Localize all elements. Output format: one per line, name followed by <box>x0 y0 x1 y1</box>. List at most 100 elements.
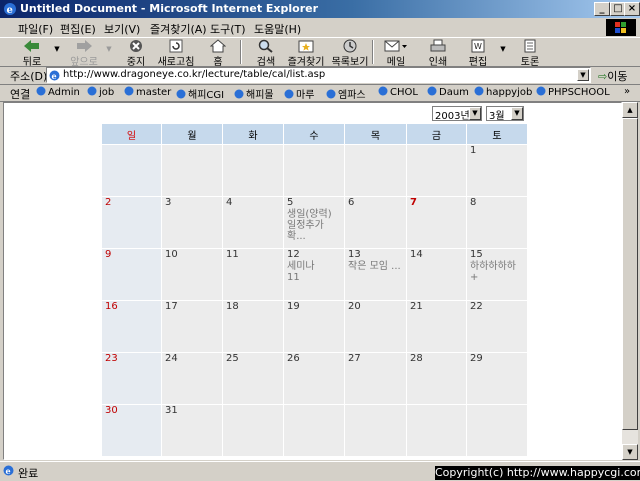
calendar-day-cell[interactable]: 14 <box>407 249 466 300</box>
link-happyjob[interactable]: happyjob <box>474 86 532 98</box>
menu-view[interactable]: 보기(V) <box>104 21 140 37</box>
calendar-day-cell[interactable]: 16 <box>102 301 161 352</box>
back-button[interactable]: 뒤로 <box>10 39 54 68</box>
calendar-day-cell[interactable] <box>162 145 222 196</box>
print-button[interactable]: 인쇄 <box>416 39 460 68</box>
close-button[interactable]: × <box>624 2 640 16</box>
forward-button[interactable]: 앞으로 <box>62 39 106 68</box>
calendar-day-cell[interactable]: 30 <box>102 405 161 456</box>
calendar-event[interactable]: 확... <box>287 231 341 242</box>
link-master[interactable]: master <box>124 86 171 98</box>
vertical-scrollbar[interactable]: ▲ ▼ <box>622 102 638 460</box>
address-input[interactable]: e http://www.dragoneye.co.kr/lecture/tab… <box>46 67 591 83</box>
menu-favorites[interactable]: 즐겨찾기(A) <box>150 21 207 37</box>
calendar-day-cell[interactable]: 17 <box>162 301 222 352</box>
day-number: 26 <box>287 353 300 364</box>
link-empas[interactable]: 엠파스 <box>326 86 366 101</box>
scroll-up-button[interactable]: ▲ <box>622 102 638 118</box>
mail-button[interactable]: 메일 <box>374 39 418 68</box>
go-button[interactable]: ⇨이동 <box>598 68 627 84</box>
calendar-event[interactable]: 세미나 <box>287 261 341 272</box>
calendar-day-cell[interactable] <box>223 405 283 456</box>
calendar-day-cell[interactable]: 27 <box>345 353 406 404</box>
refresh-button[interactable]: 새로고침 <box>154 39 198 68</box>
calendar-day-cell[interactable]: 20 <box>345 301 406 352</box>
menu-edit[interactable]: 편집(E) <box>60 21 96 37</box>
history-button[interactable]: 목록보기 <box>328 39 372 68</box>
calendar-day-cell[interactable]: 24 <box>162 353 222 404</box>
link-daum[interactable]: Daum <box>427 86 469 98</box>
calendar-day-cell[interactable]: 21 <box>407 301 466 352</box>
link-phpschool[interactable]: PHPSCHOOL <box>536 86 610 98</box>
calendar-event[interactable]: 하하하하하+ <box>470 261 524 283</box>
year-select[interactable]: 2003년 ▼ <box>432 106 482 122</box>
calendar-day-cell[interactable] <box>345 405 406 456</box>
calendar-day-cell[interactable] <box>102 145 161 196</box>
stop-button[interactable]: 중지 <box>114 39 158 68</box>
calendar-day-cell[interactable]: 10 <box>162 249 222 300</box>
link-admin[interactable]: Admin <box>36 86 80 98</box>
calendar-day-cell[interactable]: 25 <box>223 353 283 404</box>
calendar-day-cell[interactable]: 2 <box>102 197 161 248</box>
calendar-event[interactable]: 작은 모임 ... <box>348 261 403 272</box>
calendar-day-cell[interactable]: 23 <box>102 353 161 404</box>
calendar-day-cell[interactable] <box>407 405 466 456</box>
link-happymall[interactable]: 해피몰 <box>234 86 274 101</box>
calendar-day-cell[interactable]: 13 작은 모임 ... <box>345 249 406 300</box>
link-maru[interactable]: 마루 <box>284 86 314 101</box>
address-dropdown-button[interactable]: ▼ <box>577 69 589 81</box>
links-more-button[interactable]: » <box>624 86 630 97</box>
calendar-day-cell[interactable] <box>407 145 466 196</box>
calendar-day-cell[interactable]: 1 <box>467 145 527 196</box>
calendar-day-cell[interactable]: 3 <box>162 197 222 248</box>
calendar-day-cell[interactable]: 8 <box>467 197 527 248</box>
menu-help[interactable]: 도움말(H) <box>254 21 301 37</box>
edit-dropdown[interactable]: ▼ <box>498 45 508 53</box>
calendar-day-cell[interactable]: 22 <box>467 301 527 352</box>
discuss-button[interactable]: 토론 <box>508 39 552 68</box>
scroll-down-button[interactable]: ▼ <box>622 444 638 460</box>
back-dropdown[interactable]: ▼ <box>52 45 62 53</box>
calendar-day-cell[interactable]: 31 <box>162 405 222 456</box>
month-select[interactable]: 3월 ▼ <box>486 106 524 122</box>
minimize-button[interactable]: _ <box>594 2 610 16</box>
calendar-day-cell[interactable]: 4 <box>223 197 283 248</box>
favorites-icon <box>298 40 314 53</box>
calendar-day-cell[interactable]: 29 <box>467 353 527 404</box>
calendar-day-cell[interactable] <box>345 145 406 196</box>
svg-text:e: e <box>6 466 11 476</box>
calendar-day-cell[interactable] <box>223 145 283 196</box>
link-happycgi[interactable]: 해피CGI <box>176 86 224 101</box>
menu-file[interactable]: 파일(F) <box>18 21 53 37</box>
page-content: 2003년 ▼ 3월 ▼ 일월화수목금토 1 2 3 4 5 생일(양력) 일정추가 확...… <box>3 102 622 460</box>
calendar-day-cell[interactable]: 18 <box>223 301 283 352</box>
calendar-day-cell[interactable]: 9 <box>102 249 161 300</box>
calendar-day-cell[interactable]: 11 <box>223 249 283 300</box>
favorites-button[interactable]: 즐겨찾기 <box>284 39 328 68</box>
calendar-day-cell[interactable]: 19 <box>284 301 344 352</box>
menu-tools[interactable]: 도구(T) <box>210 21 246 37</box>
forward-dropdown[interactable]: ▼ <box>104 45 114 53</box>
calendar-day-cell[interactable]: 12 세미나 11 <box>284 249 344 300</box>
calendar-day-cell[interactable] <box>284 145 344 196</box>
calendar-day-cell[interactable]: 7 <box>407 197 466 248</box>
calendar-event[interactable]: 일정추가 <box>287 220 341 231</box>
search-button[interactable]: 검색 <box>244 39 288 68</box>
calendar-day-cell[interactable] <box>284 405 344 456</box>
toolbar-separator <box>240 40 242 64</box>
calendar-event[interactable]: 생일(양력) <box>287 209 341 220</box>
calendar-event[interactable]: 11 <box>287 272 341 283</box>
link-chol[interactable]: CHOL <box>378 86 418 98</box>
link-job[interactable]: job <box>87 86 114 98</box>
edit-button[interactable]: W 편집 <box>456 39 500 68</box>
scroll-thumb[interactable] <box>622 118 638 430</box>
day-number: 6 <box>348 197 355 208</box>
calendar-day-cell[interactable]: 5 생일(양력) 일정추가 확... <box>284 197 344 248</box>
calendar-day-cell[interactable]: 15 하하하하하+ <box>467 249 527 300</box>
calendar-day-cell[interactable] <box>467 405 527 456</box>
calendar-day-cell[interactable]: 28 <box>407 353 466 404</box>
home-button[interactable]: 홈 <box>196 39 240 68</box>
calendar-day-cell[interactable]: 6 <box>345 197 406 248</box>
day-number: 9 <box>105 249 112 260</box>
calendar-day-cell[interactable]: 26 <box>284 353 344 404</box>
